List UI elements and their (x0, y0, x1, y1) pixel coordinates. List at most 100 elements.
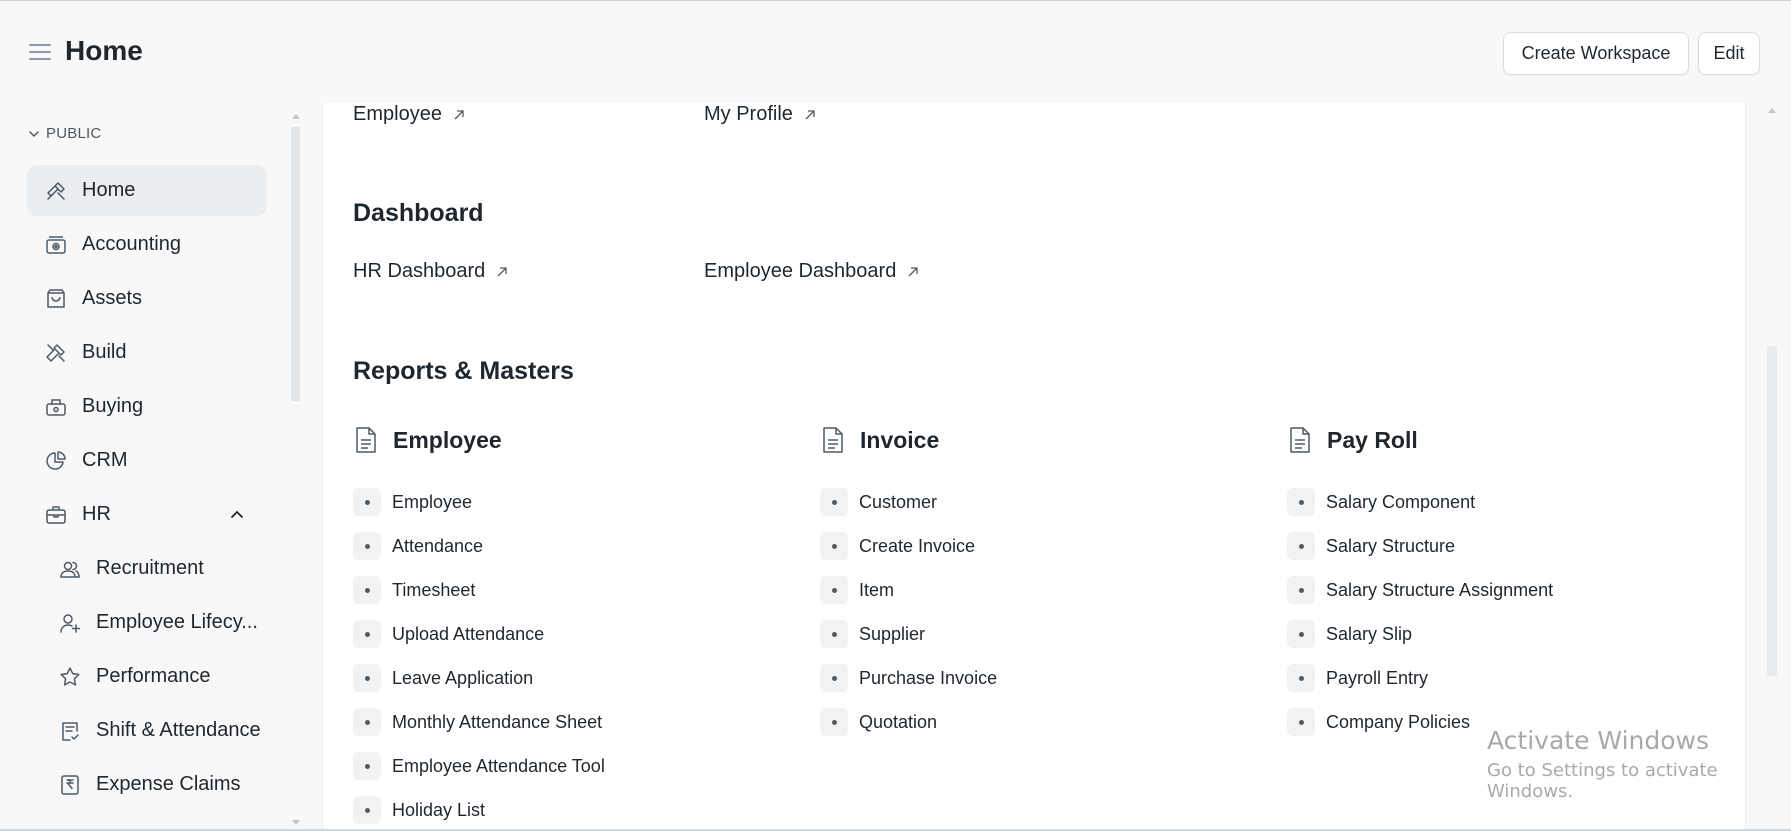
list-item-employee-attendance-tool[interactable]: Employee Attendance Tool (353, 752, 605, 780)
sidebar-item-build[interactable]: Build (27, 327, 267, 378)
bullet-icon (353, 664, 381, 692)
sidebar-section-public[interactable]: PUBLIC (28, 125, 101, 142)
bullet-icon (353, 708, 381, 736)
briefcase-icon (46, 506, 66, 524)
sidebar-item-recruitment[interactable]: Recruitment (27, 543, 267, 594)
bullet-icon (353, 532, 381, 560)
sidebar-item-performance[interactable]: Performance (27, 651, 267, 702)
sidebar-item-accounting[interactable]: Accounting (27, 219, 267, 270)
list-item-attendance[interactable]: Attendance (353, 532, 483, 560)
sidebar-item-label: HR (82, 503, 111, 525)
chevron-up-icon[interactable] (229, 507, 245, 523)
sidebar-item-shift-attendance[interactable]: Shift & Attendance (27, 705, 267, 756)
bag-icon (47, 289, 65, 308)
list-item-label: Salary Structure Assignment (1326, 579, 1554, 600)
sidebar-item-hr[interactable]: HR (27, 489, 267, 540)
list-item-label: Payroll Entry (1326, 667, 1429, 688)
list-item-customer[interactable]: Customer (820, 488, 937, 516)
list-item-purchase-invoice[interactable]: Purchase Invoice (820, 664, 997, 692)
reports-masters-heading: Reports & Masters (353, 357, 574, 385)
bullet-icon (1287, 620, 1315, 648)
page-header: Home Create Workspace Edit (0, 1, 1791, 101)
dashboard-heading: Dashboard (353, 199, 484, 227)
sidebar: PUBLIC Home Accounting Assets Build Buyi… (0, 103, 300, 831)
arrow-up-right-icon (497, 266, 507, 276)
link-label: My Profile (704, 103, 793, 125)
sidebar-item-label: Employee Lifecy... (96, 611, 258, 633)
main-content: Employee My Profile Dashboard HR Dashboa… (322, 103, 1746, 831)
list-item-label: Employee (392, 491, 473, 512)
sidebar-scrollbar[interactable] (291, 127, 300, 401)
link-employee-dashboard[interactable]: Employee Dashboard (704, 260, 920, 283)
pie-chart-icon (46, 451, 66, 470)
list-item-label: Salary Component (1326, 491, 1476, 512)
list-item-label: Salary Slip (1326, 623, 1413, 644)
hamburger-menu-icon[interactable] (29, 44, 51, 62)
card-title-label: Employee (393, 426, 502, 453)
page-scroll-up[interactable] (1768, 108, 1776, 113)
sidebar-item-label: Assets (82, 287, 143, 309)
sidebar-scroll-up[interactable] (292, 114, 300, 119)
bullet-icon (353, 576, 381, 604)
sidebar-item-label: Buying (82, 395, 144, 417)
link-employee[interactable]: Employee (353, 103, 466, 126)
user-plus-icon (60, 614, 81, 633)
bullet-icon (820, 576, 848, 604)
star-icon (60, 667, 80, 686)
sidebar-scroll-down[interactable] (292, 820, 300, 825)
sidebar-item-label: Accounting (82, 233, 181, 255)
list-item-salary-structure-assignment[interactable]: Salary Structure Assignment (1287, 576, 1553, 604)
bullet-icon (820, 708, 848, 736)
hammer-icon (46, 344, 65, 362)
bullet-icon (1287, 664, 1315, 692)
arrow-up-right-icon (454, 109, 464, 119)
sidebar-item-expense-claims[interactable]: Expense Claims (27, 759, 267, 810)
sidebar-item-assets[interactable]: Assets (27, 273, 267, 324)
sidebar-item-label: Shift & Attendance (96, 719, 261, 741)
list-item-label: Purchase Invoice (859, 667, 998, 688)
link-label: Employee Dashboard (704, 260, 897, 282)
sidebar-item-home[interactable]: Home (27, 165, 267, 216)
bullet-icon (353, 620, 381, 648)
bullet-icon (1287, 532, 1315, 560)
link-my-profile[interactable]: My Profile (704, 103, 817, 126)
activate-windows-subtitle: Go to Settings to activate Windows. (1487, 760, 1718, 802)
list-item-create-invoice[interactable]: Create Invoice (820, 532, 975, 560)
sidebar-item-label: Performance (96, 665, 211, 687)
list-item-employee[interactable]: Employee (353, 488, 472, 516)
sidebar-item-crm[interactable]: CRM (27, 435, 267, 486)
list-item-company-policies[interactable]: Company Policies (1287, 708, 1470, 736)
list-item-label: Holiday List (392, 799, 486, 820)
list-item-supplier[interactable]: Supplier (820, 620, 925, 648)
page-title: Home (65, 35, 143, 66)
list-item-payroll-entry[interactable]: Payroll Entry (1287, 664, 1428, 692)
sidebar-item-label: Build (82, 341, 127, 363)
list-item-quotation[interactable]: Quotation (820, 708, 937, 736)
document-icon (356, 427, 376, 453)
tools-icon (47, 182, 65, 200)
list-item-leave-application[interactable]: Leave Application (353, 664, 533, 692)
page-scrollbar[interactable] (1767, 346, 1777, 676)
list-item-holiday-list[interactable]: Holiday List (353, 796, 485, 824)
sidebar-item-label: CRM (82, 449, 128, 471)
link-label: Employee (353, 103, 442, 125)
list-item-salary-slip[interactable]: Salary Slip (1287, 620, 1412, 648)
create-workspace-button[interactable]: Create Workspace (1503, 32, 1689, 75)
list-item-label: Customer (859, 491, 938, 512)
bullet-icon (820, 664, 848, 692)
bullet-icon (1287, 488, 1315, 516)
sidebar-item-employee-lifecycle[interactable]: Employee Lifecy... (27, 597, 267, 648)
list-item-salary-structure[interactable]: Salary Structure (1287, 532, 1455, 560)
list-item-label: Attendance (392, 535, 484, 556)
list-item-item[interactable]: Item (820, 576, 894, 604)
list-item-timesheet[interactable]: Timesheet (353, 576, 475, 604)
bullet-icon (353, 752, 381, 780)
sidebar-item-label: Home (82, 179, 136, 201)
list-item-monthly-attendance-sheet[interactable]: Monthly Attendance Sheet (353, 708, 602, 736)
sidebar-item-buying[interactable]: Buying (27, 381, 267, 432)
chevron-down-icon (29, 130, 39, 137)
list-item-salary-component[interactable]: Salary Component (1287, 488, 1475, 516)
link-hr-dashboard[interactable]: HR Dashboard (353, 260, 509, 283)
list-item-upload-attendance[interactable]: Upload Attendance (353, 620, 544, 648)
edit-button[interactable]: Edit (1698, 32, 1760, 75)
